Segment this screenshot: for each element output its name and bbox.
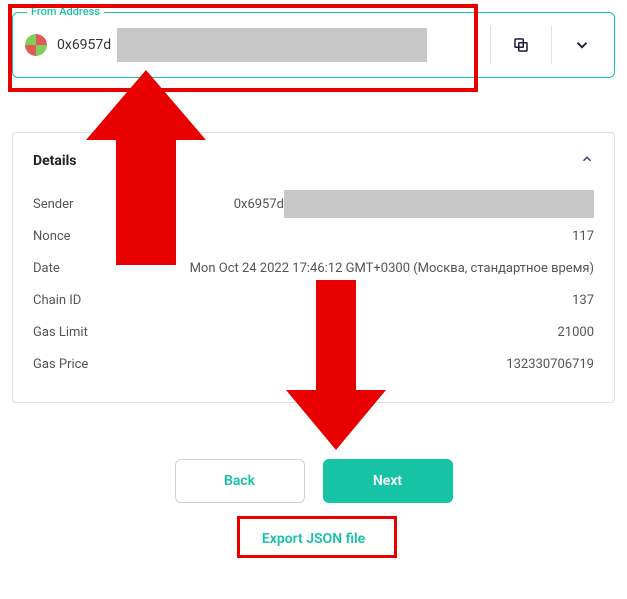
detail-row-chain-id: Chain ID 137 (33, 284, 594, 316)
collapse-button[interactable] (580, 151, 594, 170)
button-row: Back Next (12, 459, 615, 503)
next-button-label: Next (373, 473, 402, 489)
address-redacted-mask (117, 28, 427, 62)
chevron-down-icon (573, 36, 591, 54)
details-title: Details (33, 153, 77, 169)
detail-value: 0x6957d (234, 197, 284, 212)
detail-row-gas-limit: Gas Limit 21000 (33, 316, 594, 348)
detail-value: 137 (572, 293, 594, 308)
detail-value: 132330706719 (506, 357, 594, 372)
from-address-box: From Address 0x6957d (12, 12, 615, 78)
from-address-label: From Address (27, 5, 104, 18)
export-json-label: Export JSON file (262, 531, 365, 547)
detail-label: Sender (33, 197, 73, 212)
divider (490, 26, 491, 64)
next-button[interactable]: Next (323, 459, 453, 503)
detail-label: Nonce (33, 229, 71, 244)
detail-label: Gas Price (33, 357, 88, 372)
detail-row-gas-price: Gas Price 132330706719 (33, 348, 594, 380)
detail-value: 117 (572, 229, 594, 244)
detail-value: 21000 (557, 325, 594, 340)
avatar (25, 34, 47, 56)
from-address-value: 0x6957d (57, 37, 111, 53)
details-card: Details Sender 0x6957d Nonce 117 Date Mo… (12, 132, 615, 403)
details-header[interactable]: Details (33, 151, 594, 170)
detail-row-nonce: Nonce 117 (33, 220, 594, 252)
expand-button[interactable] (562, 25, 602, 65)
export-json-link[interactable]: Export JSON file (244, 521, 383, 557)
back-button-label: Back (224, 473, 255, 489)
export-row: Export JSON file (12, 521, 615, 557)
divider (551, 26, 552, 64)
detail-value: Mon Oct 24 2022 17:46:12 GMT+0300 (Москв… (190, 261, 594, 276)
copy-button[interactable] (501, 25, 541, 65)
detail-label: Gas Limit (33, 325, 88, 340)
detail-label: Date (33, 261, 60, 276)
chevron-up-icon (580, 152, 594, 166)
copy-icon (512, 36, 530, 54)
detail-row-sender: Sender 0x6957d (33, 188, 594, 220)
detail-label: Chain ID (33, 293, 81, 308)
detail-row-date: Date Mon Oct 24 2022 17:46:12 GMT+0300 (… (33, 252, 594, 284)
sender-redacted-mask (284, 190, 594, 218)
back-button[interactable]: Back (175, 459, 305, 503)
